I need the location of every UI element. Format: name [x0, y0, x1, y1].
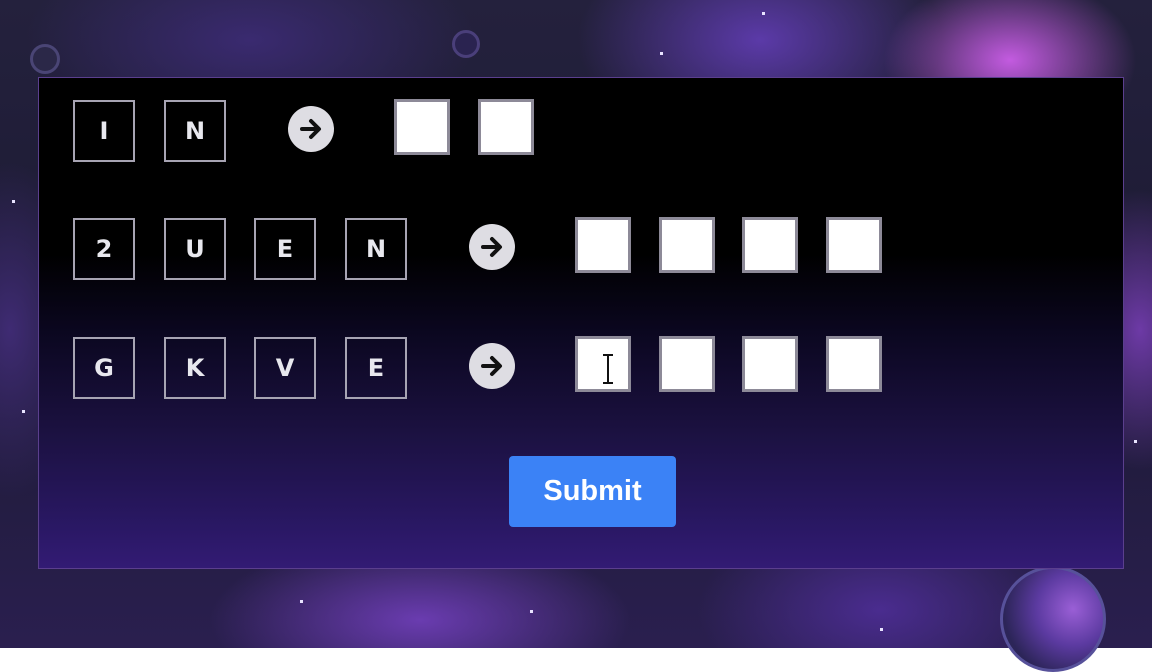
answer-letter-input[interactable]: [659, 336, 715, 392]
letter-tile: N: [345, 218, 407, 280]
letter-tile: E: [345, 337, 407, 399]
star: [22, 410, 25, 413]
moon-small-top: [452, 30, 480, 58]
star: [530, 610, 533, 613]
letter-tile: 2: [73, 218, 135, 280]
letter-tile: E: [254, 218, 316, 280]
letter-tile: I: [73, 100, 135, 162]
submit-button[interactable]: Submit: [509, 456, 676, 527]
answer-letter-input[interactable]: [575, 217, 631, 273]
answer-letter-input[interactable]: [575, 336, 631, 392]
star: [762, 12, 765, 15]
answer-letter-input[interactable]: [826, 217, 882, 273]
star: [880, 628, 883, 631]
letter-tile: N: [164, 100, 226, 162]
answer-letter-input[interactable]: [659, 217, 715, 273]
answer-letter-input[interactable]: [394, 99, 450, 155]
letter-tile: G: [73, 337, 135, 399]
letter-tile: V: [254, 337, 316, 399]
answer-letter-input[interactable]: [478, 99, 534, 155]
star: [12, 200, 15, 203]
star: [660, 52, 663, 55]
arrow-right-icon: [469, 224, 515, 270]
planet-bottom-right: [1000, 566, 1106, 672]
letter-tile: K: [164, 337, 226, 399]
answer-letter-input[interactable]: [826, 336, 882, 392]
moon-small-left: [30, 44, 60, 74]
arrow-right-icon: [288, 106, 334, 152]
answer-letter-input[interactable]: [742, 336, 798, 392]
letter-tile: U: [164, 218, 226, 280]
answer-letter-input[interactable]: [742, 217, 798, 273]
star: [300, 600, 303, 603]
star: [1134, 440, 1137, 443]
arrow-right-icon: [469, 343, 515, 389]
